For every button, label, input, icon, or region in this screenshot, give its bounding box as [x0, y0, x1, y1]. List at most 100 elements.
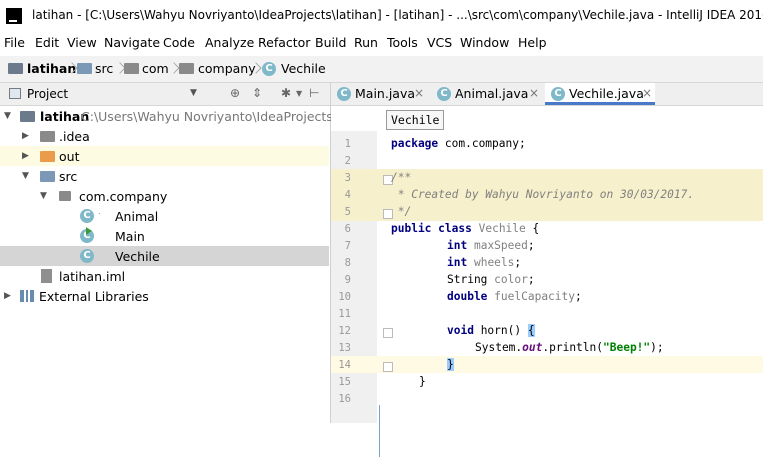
- code-line-10[interactable]: double fuelCapacity;: [447, 290, 582, 303]
- line-number: 13: [338, 342, 351, 354]
- gear-icon[interactable]: ✱: [281, 86, 291, 100]
- line-number: 8: [344, 257, 351, 269]
- line-number: 1: [344, 138, 351, 150]
- window-title: latihan - [C:\Users\Wahyu Novriyanto\Ide…: [32, 8, 763, 22]
- tree-item-iml[interactable]: latihan.iml: [0, 266, 329, 286]
- tree-label: .idea: [59, 129, 90, 144]
- tree-label: Vechile: [115, 249, 160, 264]
- tree-item-idea[interactable]: ▶ .idea: [0, 126, 329, 146]
- tree-label: out: [59, 149, 80, 164]
- breadcrumb-vechile[interactable]: Vechile: [281, 61, 326, 76]
- title-bar: latihan - [C:\Users\Wahyu Novriyanto\Ide…: [0, 0, 763, 32]
- line-number: 16: [338, 393, 351, 405]
- line-number: 3: [344, 172, 351, 184]
- breadcrumb: latihan src com company C Vechile: [0, 56, 763, 83]
- menu-build[interactable]: Build: [315, 35, 346, 50]
- code-line-3[interactable]: /**: [391, 171, 411, 184]
- fold-marker-icon[interactable]: [383, 362, 393, 372]
- code-line-1[interactable]: package com.company;: [391, 137, 526, 150]
- tree-item-package[interactable]: ▼ com.company: [0, 186, 329, 206]
- tree-label: Animal: [115, 209, 159, 224]
- code-line-6[interactable]: public class Vechile {: [391, 222, 539, 235]
- menu-vcs[interactable]: VCS: [427, 35, 452, 50]
- tree-label: Main: [115, 229, 145, 244]
- tree-item-out[interactable]: ▶ out: [0, 146, 329, 166]
- menu-navigate[interactable]: Navigate: [104, 35, 160, 50]
- tab-label: Animal.java: [455, 86, 529, 101]
- code-line-14[interactable]: }: [447, 358, 454, 371]
- breadcrumb-src[interactable]: src: [95, 61, 113, 76]
- expanded-arrow-icon[interactable]: ▼: [4, 111, 11, 121]
- collapsed-arrow-icon[interactable]: ▶: [22, 131, 29, 141]
- code-line-5[interactable]: */: [391, 205, 411, 218]
- line-number: 7: [344, 240, 351, 252]
- source-folder-icon: [40, 171, 55, 182]
- menu-help[interactable]: Help: [518, 35, 547, 50]
- tree-item-main[interactable]: C Main: [0, 226, 329, 246]
- close-icon[interactable]: ×: [414, 86, 424, 100]
- tree-label: src: [59, 169, 78, 184]
- editor-tabs: C Main.java × C Animal.java × C Vechile.…: [331, 83, 763, 106]
- collapse-all-icon[interactable]: ⇕: [252, 86, 262, 100]
- scroll-from-source-icon[interactable]: ⊕: [230, 86, 240, 100]
- line-number: 14: [338, 359, 351, 371]
- tab-label: Main.java: [355, 86, 416, 101]
- project-folder-icon: [20, 111, 35, 122]
- breadcrumb-company[interactable]: company: [198, 61, 256, 76]
- code-line-13[interactable]: System.out.println("Beep!");: [475, 341, 664, 354]
- intellij-app-icon: [6, 8, 22, 24]
- menu-tools[interactable]: Tools: [387, 35, 418, 50]
- line-number: 2: [344, 155, 351, 167]
- tab-main-java[interactable]: C Main.java ×: [331, 83, 427, 105]
- line-number: 10: [338, 291, 351, 303]
- folder-icon: [179, 63, 194, 74]
- tree-item-external-libraries[interactable]: ▶ External Libraries: [0, 286, 329, 306]
- menu-analyze[interactable]: Analyze: [205, 35, 254, 50]
- dropdown-caret-icon[interactable]: ▼: [190, 88, 197, 98]
- class-icon: C: [80, 209, 94, 223]
- menu-code[interactable]: Code: [163, 35, 195, 50]
- tree-item-animal[interactable]: C ᐧ Animal: [0, 206, 329, 226]
- menu-file[interactable]: File: [4, 35, 25, 50]
- code-line-15[interactable]: }: [419, 375, 426, 388]
- menu-window[interactable]: Window: [460, 35, 509, 50]
- close-icon[interactable]: ×: [529, 86, 539, 100]
- code-line-8[interactable]: int wheels;: [447, 256, 521, 269]
- tab-label: Vechile.java: [569, 86, 644, 101]
- code-line-7[interactable]: int maxSpeed;: [447, 239, 535, 252]
- menu-view[interactable]: View: [67, 35, 97, 50]
- gear-caret-icon[interactable]: ▼: [296, 89, 302, 98]
- collapsed-arrow-icon[interactable]: ▶: [4, 291, 11, 301]
- run-badge-icon: [86, 227, 92, 235]
- expanded-arrow-icon[interactable]: ▼: [40, 191, 47, 201]
- java-source-badge-icon: ᐧ: [98, 210, 101, 220]
- menu-run[interactable]: Run: [354, 35, 378, 50]
- collapsed-arrow-icon[interactable]: ▶: [22, 151, 29, 161]
- package-icon: [59, 191, 71, 201]
- fold-marker-icon[interactable]: [383, 328, 393, 338]
- project-panel-title[interactable]: Project: [27, 87, 68, 101]
- tree-path: C:\Users\Wahyu Novriyanto\IdeaProjects\l…: [81, 109, 373, 124]
- class-icon: C: [80, 249, 94, 263]
- code-line-9[interactable]: String color;: [447, 273, 535, 286]
- line-number: 15: [338, 376, 351, 388]
- breadcrumb-com[interactable]: com: [142, 61, 169, 76]
- tree-item-latihan[interactable]: ▼ latihan C:\Users\Wahyu Novriyanto\Idea…: [0, 106, 372, 126]
- code-line-12[interactable]: void horn() {: [447, 324, 535, 337]
- hide-panel-icon[interactable]: ⊢: [309, 86, 319, 100]
- tree-label: latihan.iml: [59, 269, 126, 284]
- method-scope-indicator: [379, 405, 380, 457]
- tab-vechile-java[interactable]: C Vechile.java ×: [545, 83, 655, 105]
- tree-item-src[interactable]: ▼ src: [0, 166, 329, 186]
- code-line-4[interactable]: * Created by Wahyu Novriyanto on 30/03/2…: [391, 188, 694, 201]
- expanded-arrow-icon[interactable]: ▼: [22, 171, 29, 181]
- class-name-tooltip: Vechile: [386, 110, 445, 130]
- caret-line-highlight: [331, 356, 763, 373]
- menu-bar: File Edit View Navigate Code Analyze Ref…: [0, 32, 763, 54]
- menu-edit[interactable]: Edit: [35, 35, 59, 50]
- tree-item-vechile[interactable]: C Vechile: [0, 246, 329, 266]
- tree-label: External Libraries: [39, 289, 149, 304]
- close-icon[interactable]: ×: [642, 86, 652, 100]
- menu-refactor[interactable]: Refactor: [258, 35, 310, 50]
- tab-animal-java[interactable]: C Animal.java ×: [431, 83, 543, 105]
